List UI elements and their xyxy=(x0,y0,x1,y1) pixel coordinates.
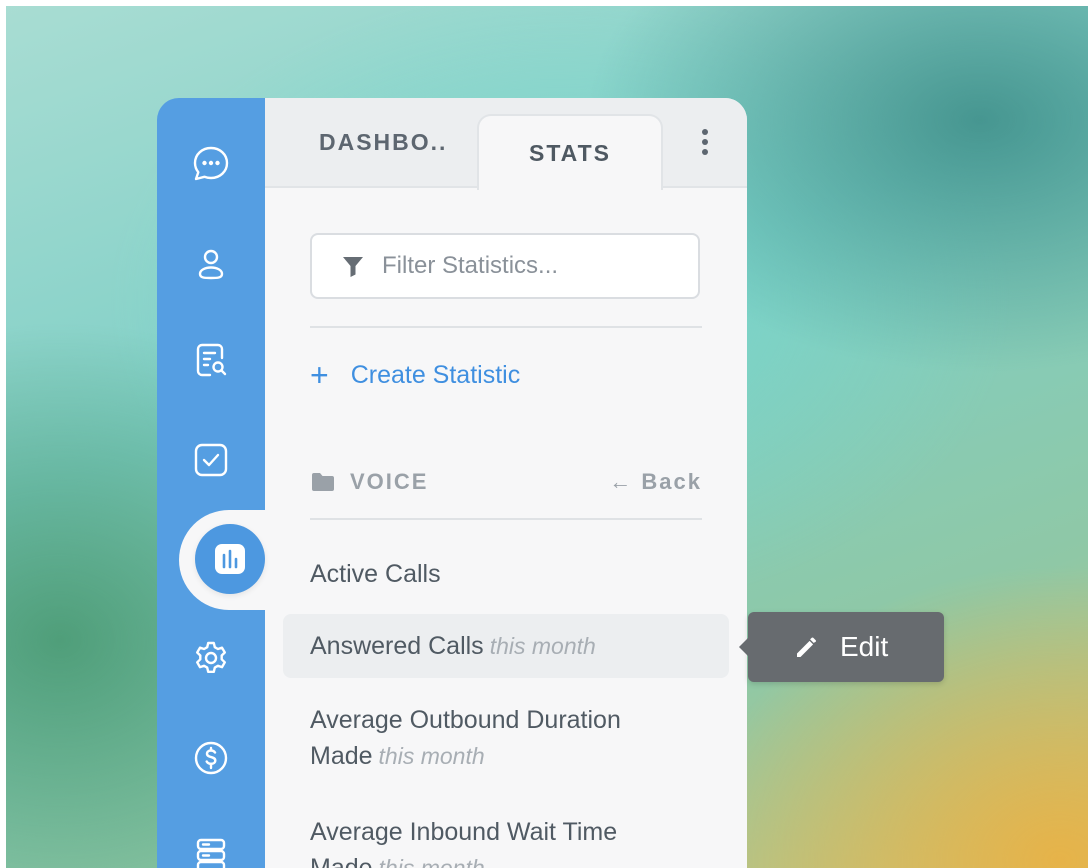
edit-tooltip[interactable]: Edit xyxy=(739,612,944,682)
filter-icon xyxy=(343,257,363,277)
statistic-period: this month xyxy=(378,855,485,868)
back-button[interactable]: ← Back xyxy=(609,469,702,495)
tab-dashboard[interactable]: DASHBO.. xyxy=(295,98,475,186)
statistic-period: this month xyxy=(378,743,485,769)
sidebar xyxy=(157,98,265,868)
pencil-icon xyxy=(797,637,816,657)
stats-icon[interactable] xyxy=(195,524,265,594)
divider xyxy=(310,326,702,328)
create-statistic-label: Create Statistic xyxy=(350,360,521,389)
create-statistic-button[interactable]: + Create Statistic xyxy=(310,353,520,397)
statistic-name: Active Calls xyxy=(310,560,441,588)
checkbox-icon[interactable] xyxy=(187,436,235,484)
more-options-icon[interactable] xyxy=(683,98,727,186)
server-icon[interactable] xyxy=(187,830,235,868)
plus-icon: + xyxy=(310,357,329,393)
folder-header: VOICE ← Back xyxy=(310,460,702,504)
tab-stats[interactable]: STATS xyxy=(477,114,663,190)
edit-label: Edit xyxy=(840,631,889,662)
user-icon[interactable] xyxy=(187,240,235,288)
filter-statistics-input[interactable] xyxy=(380,251,684,281)
report-search-icon[interactable] xyxy=(187,336,235,384)
folder-name: VOICE xyxy=(350,469,429,494)
frame-edge-top xyxy=(0,0,1088,6)
dollar-icon[interactable] xyxy=(187,734,235,782)
list-item[interactable]: Average Outbound Duration Made this month xyxy=(283,702,703,774)
divider xyxy=(310,518,702,520)
frame-edge-left xyxy=(0,0,6,868)
folder-icon xyxy=(312,473,334,491)
list-item[interactable]: Answered Calls this month xyxy=(283,614,729,678)
statistic-name: Answered Calls xyxy=(310,632,484,660)
stats-panel: DASHBO.. STATS + Create Statistic xyxy=(265,98,747,868)
app-window: DASHBO.. STATS + Create Statistic xyxy=(157,98,747,868)
list-item[interactable]: Average Inbound Wait Time Made this month xyxy=(283,814,703,868)
tab-bar: DASHBO.. STATS xyxy=(265,98,747,190)
list-item[interactable]: Active Calls xyxy=(283,556,729,592)
gear-icon[interactable] xyxy=(187,634,235,682)
filter-statistics-field[interactable] xyxy=(310,233,700,299)
chat-icon[interactable] xyxy=(187,140,235,188)
statistic-period: this month xyxy=(489,633,596,659)
